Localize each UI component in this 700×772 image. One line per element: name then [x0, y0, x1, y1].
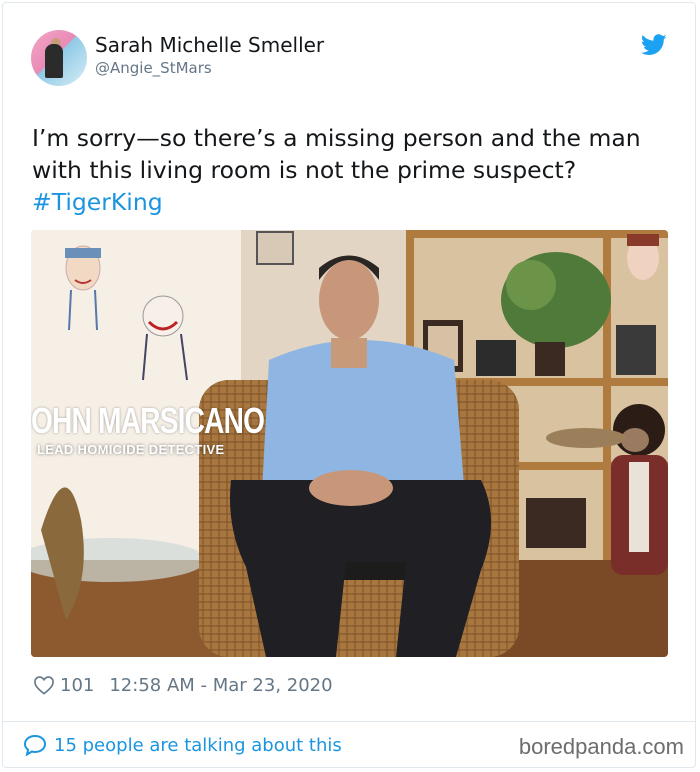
- tweet-meta: 101 12:58 AM - Mar 23, 2020: [33, 672, 333, 698]
- timestamp[interactable]: 12:58 AM - Mar 23, 2020: [109, 675, 332, 696]
- conversation-link[interactable]: 15 people are talking about this: [23, 734, 342, 756]
- lower-third-title: LEAD HOMICIDE DETECTIVE: [37, 442, 225, 457]
- heart-icon[interactable]: [33, 675, 55, 695]
- like-count[interactable]: 101: [60, 675, 94, 696]
- avatar[interactable]: [31, 30, 87, 86]
- divider: [2, 721, 696, 722]
- author-name[interactable]: Sarah Michelle Smeller: [95, 33, 324, 57]
- author-handle[interactable]: @Angie_StMars: [95, 59, 212, 77]
- source-watermark: boredpanda.com: [518, 734, 684, 759]
- talking-count: 15 people are talking about this: [54, 734, 342, 756]
- speech-bubble-icon: [23, 734, 47, 756]
- lower-third-name: OHN MARSICANO: [31, 400, 265, 441]
- hashtag-link[interactable]: #TigerKing: [32, 186, 672, 218]
- tweet-text: I’m sorry—so there’s a missing person an…: [32, 122, 672, 218]
- tweet-photo[interactable]: OHN MARSICANO LEAD HOMICIDE DETECTIVE: [31, 230, 668, 657]
- twitter-bird-icon[interactable]: [641, 34, 667, 56]
- tweet-body: I’m sorry—so there’s a missing person an…: [32, 124, 641, 184]
